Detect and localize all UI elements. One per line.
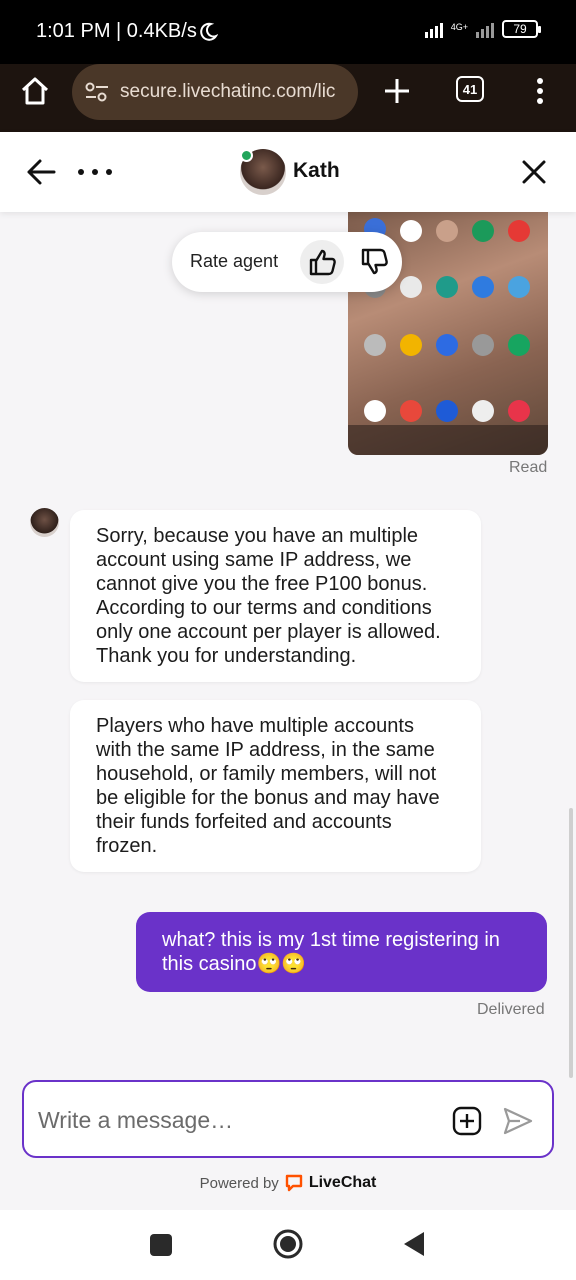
powered-by-label: Powered by xyxy=(199,1174,279,1192)
read-receipt: Read xyxy=(509,459,548,476)
send-icon[interactable] xyxy=(502,1106,534,1136)
address-bar[interactable]: secure.livechatinc.com/lic xyxy=(72,64,358,120)
powered-by-footer: Powered by LiveChat xyxy=(0,1174,576,1192)
new-tab-icon[interactable] xyxy=(380,74,414,108)
agent-message-bubble: Sorry, because you have an multiple acco… xyxy=(70,510,481,682)
agent-name: Kath xyxy=(293,159,340,182)
status-time: 1:01 PM | 0.4KB/s xyxy=(36,20,197,42)
close-icon[interactable] xyxy=(520,158,548,186)
home-nav-icon[interactable] xyxy=(272,1228,304,1260)
livechat-logo-icon xyxy=(285,1174,303,1192)
site-settings-icon[interactable] xyxy=(82,77,112,107)
url-text[interactable]: secure.livechatinc.com/lic xyxy=(120,81,335,103)
recent-apps-icon[interactable] xyxy=(150,1234,172,1256)
signal-icon xyxy=(424,20,443,38)
back-arrow-icon[interactable] xyxy=(26,158,56,186)
agent-message-bubble: Players who have multiple accounts with … xyxy=(70,700,481,872)
more-options-icon[interactable] xyxy=(78,160,112,184)
rate-agent-label: Rate agent xyxy=(190,251,279,271)
chat-transcript: Rate agent Read Sorry, because you have … xyxy=(0,212,576,1080)
message-composer xyxy=(22,1080,554,1158)
thumbs-down-button[interactable] xyxy=(352,240,396,284)
livechat-brand[interactable]: LiveChat xyxy=(309,1174,377,1192)
system-navigation-bar xyxy=(0,1210,576,1280)
user-message-bubble: what? this is my 1st time registering in… xyxy=(136,912,547,992)
add-attachment-icon[interactable] xyxy=(452,1106,482,1136)
network-type: 4G+ xyxy=(450,21,468,32)
home-icon[interactable] xyxy=(18,74,52,108)
delivery-status: Delivered xyxy=(477,1001,545,1018)
message-input[interactable] xyxy=(38,1100,438,1140)
agent-message-avatar xyxy=(30,508,59,537)
status-bar: 1:01 PM | 0.4KB/s 4G+ 79 xyxy=(0,0,576,64)
chat-header: Kath xyxy=(0,132,576,212)
thumbs-down-icon xyxy=(361,248,388,275)
rate-agent-popup: Rate agent xyxy=(172,232,402,292)
back-nav-icon[interactable] xyxy=(402,1230,426,1258)
online-status-indicator xyxy=(240,149,253,162)
moon-icon xyxy=(200,22,218,41)
battery-indicator: 79 xyxy=(502,20,541,38)
browser-menu-icon[interactable] xyxy=(528,74,552,108)
thumbs-up-button[interactable] xyxy=(300,240,344,284)
browser-toolbar: secure.livechatinc.com/lic 41 xyxy=(0,64,576,132)
chat-scrollbar[interactable] xyxy=(569,808,573,1078)
tab-switcher-button[interactable]: 41 xyxy=(456,76,484,102)
signal-secondary-icon xyxy=(476,20,494,38)
thumbs-up-icon xyxy=(309,249,336,276)
